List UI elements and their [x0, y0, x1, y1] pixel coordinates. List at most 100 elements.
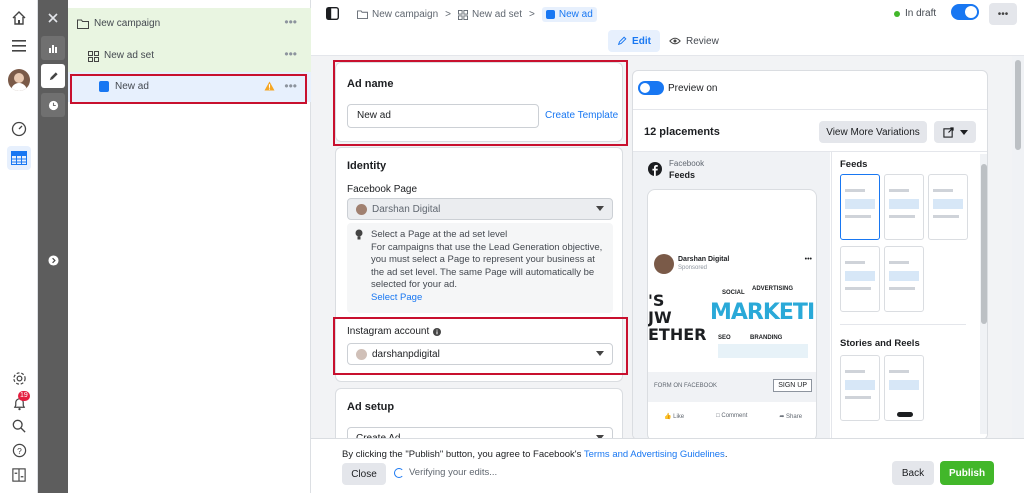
more-options-icon[interactable]: •••: [989, 3, 1017, 25]
share-label: Share: [786, 413, 803, 420]
draft-toggle[interactable]: [951, 4, 979, 20]
phone-mockup: Darshan Digital Sponsored ••• 'S JW ETHE…: [647, 189, 817, 439]
preview-toggle-label: Preview on: [668, 83, 718, 94]
publish-notice: By clicking the "Publish" button, you ag…: [342, 449, 727, 460]
publish-button[interactable]: Publish: [940, 461, 994, 485]
ad-icon: [545, 10, 555, 19]
editor-main: Ad name New ad Create Template Identity …: [311, 56, 1024, 493]
creative-seo: SEO: [718, 335, 731, 341]
notice-suffix: .: [724, 449, 728, 460]
terms-link[interactable]: Terms and Advertising Guidelines: [584, 449, 725, 460]
placement-thumb[interactable]: [840, 174, 880, 240]
page-info-box: Select a Page at the ad set level For ca…: [347, 223, 613, 313]
comment-label: Comment: [721, 413, 748, 419]
post-sponsored: Sponsored: [678, 265, 708, 271]
post-more-icon[interactable]: •••: [805, 256, 812, 263]
main-scrollbar[interactable]: [1012, 56, 1024, 438]
verifying-label: Verifying your edits...: [409, 467, 498, 478]
lightbulb-icon: [355, 229, 363, 240]
ad-name-highlight: [333, 60, 628, 146]
identity-heading: Identity: [347, 160, 387, 172]
breadcrumb-adset[interactable]: New ad set: [472, 9, 522, 20]
placement-thumb[interactable]: [840, 246, 880, 312]
preview-panel: Preview on 12 placements View More Varia…: [632, 70, 988, 440]
breadcrumb-ad[interactable]: New ad: [541, 7, 597, 22]
chevron-down-icon: [959, 129, 968, 135]
bar-chart-icon[interactable]: [41, 36, 65, 60]
expand-arrow-icon[interactable]: [41, 248, 65, 272]
facebook-icon: [648, 162, 662, 176]
svg-text:?: ?: [17, 445, 22, 455]
tab-edit-label: Edit: [632, 35, 651, 47]
preview-placement: Feeds: [669, 170, 696, 180]
history-clock-icon[interactable]: [41, 93, 65, 117]
feeds-section-label: Feeds: [840, 159, 868, 170]
ad-row-highlight: [70, 74, 307, 104]
facebook-page-label: Facebook Page: [347, 184, 418, 195]
draft-dot-icon: [894, 10, 900, 17]
placements-count: 12 placements: [644, 126, 720, 138]
facebook-page-select[interactable]: Darshan Digital: [347, 198, 613, 220]
instagram-highlight: [333, 317, 628, 375]
facebook-page-value: Darshan Digital: [372, 203, 441, 215]
select-page-link[interactable]: Select Page: [371, 292, 607, 305]
campaign-more-icon[interactable]: •••: [284, 15, 297, 29]
share-action[interactable]: ➦ Share: [779, 413, 802, 420]
notifications-icon[interactable]: 19: [7, 391, 31, 415]
main-preview-area: Facebook Feeds Darshan Digital Sponsored…: [633, 152, 830, 439]
placement-thumb[interactable]: [884, 174, 924, 240]
placement-thumb[interactable]: [884, 246, 924, 312]
comment-action[interactable]: □ Comment: [716, 413, 747, 419]
close-button[interactable]: Close: [342, 463, 386, 485]
tree-row-campaign[interactable]: New campaign •••: [68, 8, 311, 40]
breadcrumb: New campaign > New ad set > New ad: [357, 7, 597, 22]
creative-social: SOCIAL: [722, 290, 745, 296]
avatar[interactable]: [7, 68, 31, 92]
post-header: Darshan Digital Sponsored •••: [648, 249, 816, 279]
placement-thumb[interactable]: [928, 174, 968, 240]
settings-icon[interactable]: [7, 366, 31, 390]
tree-adset-label: New ad set: [104, 50, 155, 61]
ad-setup-heading: Ad setup: [347, 401, 395, 413]
tab-review[interactable]: Review: [669, 30, 719, 52]
help-icon[interactable]: ?: [7, 438, 31, 462]
menu-icon[interactable]: [7, 34, 31, 58]
adset-grid-icon: [88, 51, 99, 62]
edit-pencil-icon[interactable]: [41, 64, 65, 88]
breadcrumb-separator-icon: >: [529, 9, 535, 20]
placement-thumb[interactable]: [840, 355, 880, 421]
cta-caption: FORM ON FACEBOOK: [654, 383, 718, 389]
panel-toggle-icon[interactable]: [326, 7, 339, 20]
page-avatar: [356, 203, 367, 215]
tab-edit[interactable]: Edit: [608, 30, 660, 52]
external-link-icon: [942, 126, 954, 138]
like-action[interactable]: 👍 Like: [664, 413, 684, 420]
post-avatar: [654, 254, 674, 274]
placement-scrollbar[interactable]: [980, 154, 987, 434]
creative-text-line-1: 'S: [648, 291, 665, 310]
creative-text-line-2: JW: [648, 308, 672, 327]
stories-section-label: Stories and Reels: [840, 338, 920, 349]
home-icon[interactable]: [7, 6, 31, 30]
search-icon[interactable]: [7, 414, 31, 438]
table-icon[interactable]: [7, 146, 31, 170]
back-button[interactable]: Back: [892, 461, 934, 485]
share-preview-button[interactable]: [934, 121, 976, 143]
breadcrumb-campaign[interactable]: New campaign: [372, 9, 438, 20]
placement-thumb[interactable]: [884, 355, 924, 421]
pencil-icon: [617, 36, 627, 46]
close-icon[interactable]: [41, 6, 65, 30]
notification-badge: 19: [18, 391, 30, 401]
top-bar: New campaign > New ad set > New ad In dr…: [311, 0, 1024, 56]
info-title: Select a Page at the ad set level: [371, 229, 508, 240]
cta-sign-up-button[interactable]: SIGN UP: [773, 379, 812, 392]
report-icon[interactable]: [7, 463, 31, 487]
preview-platform: Facebook: [669, 159, 705, 168]
view-more-variations-button[interactable]: View More Variations: [819, 121, 927, 143]
tree-row-adset[interactable]: New ad set •••: [68, 40, 311, 72]
dashboard-icon[interactable]: [7, 117, 31, 141]
adset-more-icon[interactable]: •••: [284, 47, 297, 61]
preview-toggle[interactable]: [638, 81, 664, 95]
editor-tool-strip: [38, 0, 68, 493]
breadcrumb-separator-icon: >: [445, 9, 451, 20]
